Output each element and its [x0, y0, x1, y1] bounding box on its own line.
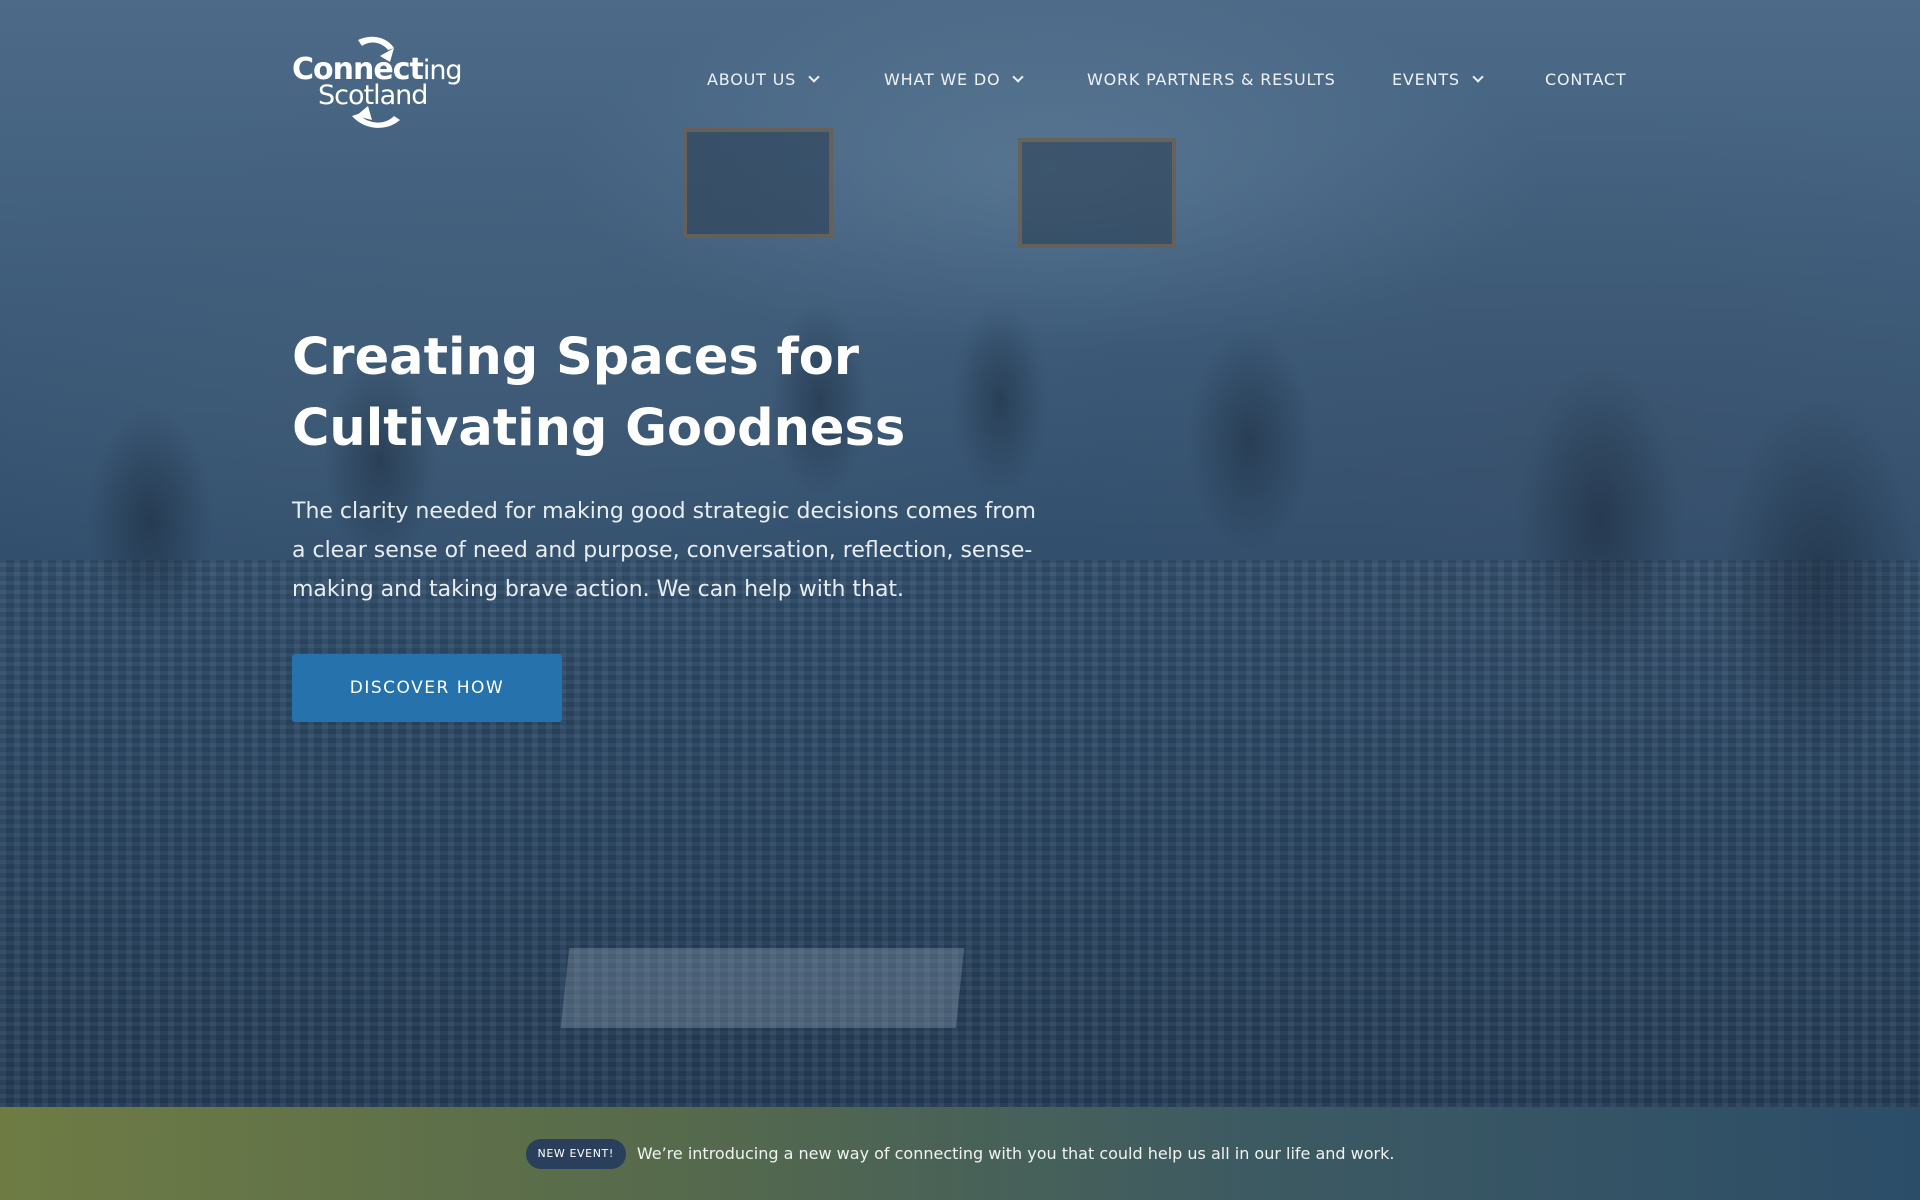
- nav-item-label: WHAT WE DO: [884, 69, 1001, 89]
- new-event-badge: NEW EVENT!: [525, 1138, 626, 1169]
- hero-title-line2: Cultivating Goodness: [292, 399, 906, 458]
- hero-title: Creating Spaces for Cultivating Goodness: [292, 322, 1052, 464]
- chevron-down-icon: [1472, 71, 1484, 83]
- hero-description: The clarity needed for making good strat…: [292, 499, 1036, 602]
- announcement-bar[interactable]: NEW EVENT! We’re introducing a new way o…: [0, 1107, 1920, 1200]
- nav-item-label: ABOUT US: [707, 69, 797, 89]
- chevron-down-icon: [808, 71, 820, 83]
- nav-item-what-we-do[interactable]: WHAT WE DO: [884, 67, 1025, 91]
- nav-item-label: CONTACT: [1545, 69, 1627, 89]
- nav-item-events[interactable]: EVENTS: [1392, 67, 1484, 91]
- nav-item-about-us[interactable]: ABOUT US: [707, 67, 820, 91]
- main-nav: ABOUT US WHAT WE DO WORK PARTNERS & RESU…: [0, 67, 1920, 91]
- nav-item-label: EVENTS: [1392, 69, 1460, 89]
- chevron-down-icon: [1012, 71, 1025, 83]
- nav-item-work-partners-results[interactable]: WORK PARTNERS & RESULTS: [1087, 67, 1336, 91]
- announcement-text[interactable]: We’re introducing a new way of connectin…: [637, 1144, 1395, 1163]
- nav-item-label: WORK PARTNERS & RESULTS: [1087, 69, 1336, 89]
- floor-sign: [560, 948, 965, 1028]
- nav-item-contact[interactable]: CONTACT: [1545, 67, 1626, 91]
- hero-title-line1: Creating Spaces for: [292, 328, 859, 387]
- group-of-people: [0, 200, 1920, 760]
- discover-how-button[interactable]: DISCOVER HOW: [292, 654, 562, 722]
